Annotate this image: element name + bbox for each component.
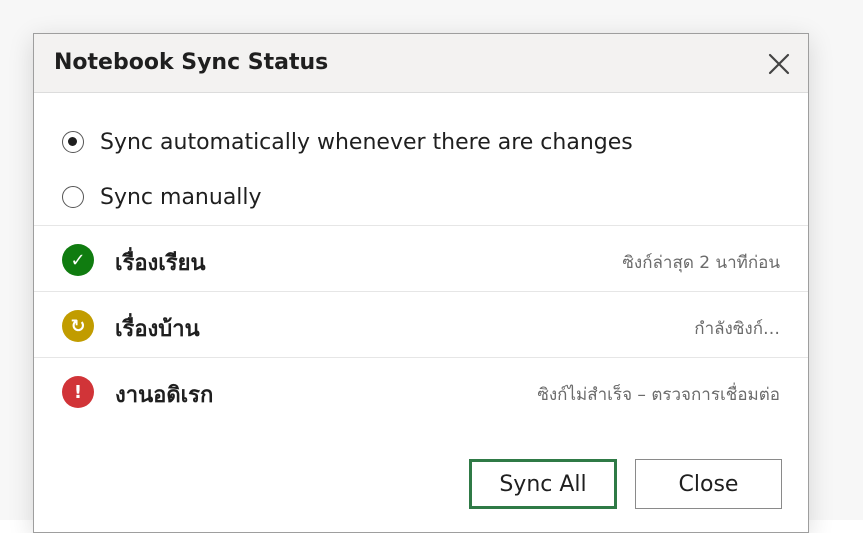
syncing-icon: ↻: [62, 310, 94, 342]
notebook-status: กำลังซิงก์…: [694, 319, 780, 339]
notebook-status: ซิงก์ไม่สำเร็จ – ตรวจการเชื่อมต่อ: [537, 385, 780, 405]
divider: [34, 225, 808, 226]
sync-manual-option[interactable]: Sync manually: [62, 182, 262, 212]
notebook-row-1[interactable]: ✓ เรื่องเรียน ซิงก์ล่าสุด 2 นาทีก่อน: [34, 227, 808, 291]
sync-auto-label: Sync automatically whenever there are ch…: [100, 129, 633, 155]
close-icon[interactable]: [766, 51, 792, 77]
close-button[interactable]: Close: [635, 459, 782, 509]
notebook-name: เรื่องเรียน: [115, 251, 206, 276]
notebook-name: งานอดิเรก: [115, 383, 214, 408]
dialog-titlebar: Notebook Sync Status: [34, 34, 808, 93]
sync-all-button[interactable]: Sync All: [469, 459, 617, 509]
notebook-name: เรื่องบ้าน: [115, 317, 200, 342]
sync-manual-label: Sync manually: [100, 184, 262, 210]
check-icon: ✓: [62, 244, 94, 276]
sync-manual-radio[interactable]: [62, 186, 84, 208]
sync-auto-radio[interactable]: [62, 131, 84, 153]
divider: [34, 291, 808, 292]
notebook-row-3[interactable]: ! งานอดิเรก ซิงก์ไม่สำเร็จ – ตรวจการเชื่…: [34, 359, 808, 423]
error-icon: !: [62, 376, 94, 408]
notebook-row-2[interactable]: ↻ เรื่องบ้าน กำลังซิงก์…: [34, 293, 808, 357]
divider: [34, 357, 808, 358]
sync-auto-option[interactable]: Sync automatically whenever there are ch…: [62, 127, 633, 157]
notebook-sync-status-dialog: Notebook Sync Status Sync automatically …: [33, 33, 809, 533]
notebook-status: ซิงก์ล่าสุด 2 นาทีก่อน: [622, 253, 780, 273]
dialog-title: Notebook Sync Status: [54, 50, 329, 75]
